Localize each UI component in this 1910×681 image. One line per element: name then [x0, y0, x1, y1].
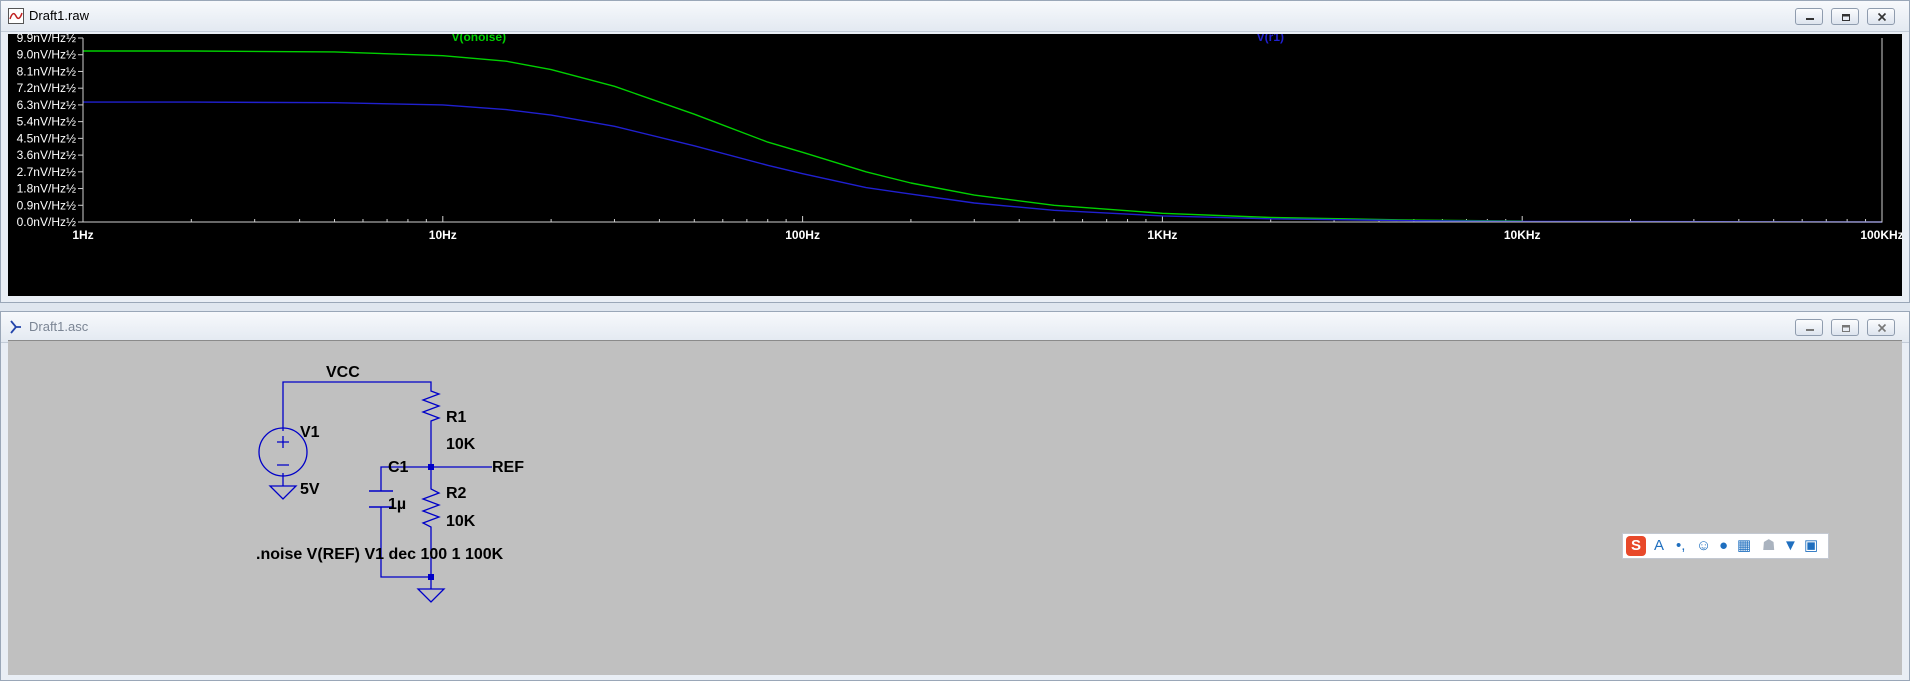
resistor-r1[interactable]	[421, 386, 441, 424]
component-value-r2[interactable]: 10K	[446, 513, 476, 530]
y-tick-label: 7.2nV/Hz½	[17, 81, 76, 95]
component-name-v1[interactable]: V1	[300, 424, 320, 441]
y-tick-label: 9.9nV/Hz½	[17, 34, 76, 45]
net-label-vcc[interactable]: VCC	[326, 364, 360, 381]
trace-2[interactable]	[83, 101, 1883, 223]
y-tick-label: 0.9nV/Hz½	[17, 198, 76, 212]
waveform-window-title: Draft1.raw	[29, 8, 89, 23]
plot-pane[interactable]: 9.9nV/Hz½ 9.0nV/Hz½ 8.1nV/Hz½ 7.2nV/Hz½ 6.3n…	[8, 34, 1902, 296]
restore-icon	[1842, 14, 1850, 21]
schematic-window-title: Draft1.asc	[29, 319, 89, 334]
noise-plot: 9.9nV/Hz½ 9.0nV/Hz½ 8.1nV/Hz½ 7.2nV/Hz½ 6.3n…	[17, 34, 1902, 242]
y-tick-label: 4.5nV/Hz½	[17, 131, 76, 145]
x-tick-label: 1KHz	[1147, 228, 1177, 242]
component-name-r2[interactable]: R2	[446, 485, 467, 502]
schematic-drawing: VCC V1 5V R1 10K C1 1µ REF R2 10K .noise…	[256, 364, 524, 603]
resistor-r2[interactable]	[421, 481, 441, 536]
emoji-icon[interactable]: ☺	[1696, 537, 1711, 555]
ground-symbol[interactable]	[416, 588, 446, 603]
ground-symbol[interactable]	[268, 485, 298, 500]
trace-label[interactable]: V(r1)	[1257, 34, 1284, 44]
minimize-button[interactable]	[1795, 319, 1823, 336]
component-value-r1[interactable]: 10K	[446, 436, 476, 453]
keyboard-icon[interactable]: ▦	[1737, 537, 1751, 555]
component-value-v1[interactable]: 5V	[300, 481, 320, 498]
toolbox-icon[interactable]: ▣	[1804, 537, 1818, 555]
y-tick-label: 1.8nV/Hz½	[17, 182, 76, 196]
trace-label[interactable]: V(onoise)	[451, 34, 506, 44]
x-tick-label: 100KHz	[1860, 228, 1902, 242]
y-tick-label: 6.3nV/Hz½	[17, 98, 76, 112]
component-name-c1[interactable]: C1	[388, 459, 409, 476]
x-tick-label: 10Hz	[429, 228, 457, 242]
x-tick-label: 10KHz	[1504, 228, 1541, 242]
wire[interactable]	[380, 507, 431, 578]
component-name-r1[interactable]: R1	[446, 409, 467, 426]
x-tick-label: 100Hz	[785, 228, 820, 242]
y-tick-label: 3.6nV/Hz½	[17, 148, 76, 162]
y-tick-label: 2.7nV/Hz½	[17, 165, 76, 179]
schematic-icon	[10, 320, 21, 334]
plot-axes	[82, 38, 1883, 223]
minimize-icon	[1806, 329, 1814, 331]
x-tick-label: 1Hz	[72, 228, 93, 242]
punctuation-icon[interactable]: •,	[1676, 537, 1685, 555]
restore-button[interactable]	[1831, 8, 1859, 25]
waveform-window-titlebar[interactable]: Draft1.raw	[1, 1, 1909, 32]
net-label-ref[interactable]: REF	[492, 459, 524, 476]
spice-directive[interactable]: .noise V(REF) V1 dec 100 1 100K	[256, 546, 504, 563]
schematic-window-titlebar[interactable]: Draft1.asc	[1, 312, 1909, 343]
close-icon	[1877, 323, 1887, 333]
junction-dot	[428, 464, 434, 470]
user-icon[interactable]: ☗	[1762, 537, 1775, 555]
schematic-canvas[interactable]: VCC V1 5V R1 10K C1 1µ REF R2 10K .noise…	[8, 340, 1902, 675]
close-icon	[1877, 12, 1887, 22]
y-tick-label: 0.0nV/Hz½	[17, 215, 76, 229]
junction-dot	[428, 574, 434, 580]
minimize-icon	[1806, 18, 1814, 20]
restore-button[interactable]	[1831, 319, 1859, 336]
font-icon[interactable]: A	[1654, 537, 1664, 555]
ime-toolbar[interactable]: S A •, ☺ ● ▦ ☗ ▼ ▣	[1622, 533, 1829, 559]
skin-icon[interactable]: ▼	[1783, 537, 1798, 555]
minimize-button[interactable]	[1795, 8, 1823, 25]
close-button[interactable]	[1867, 8, 1895, 25]
y-tick-label: 5.4nV/Hz½	[17, 115, 76, 129]
trace-1[interactable]	[83, 50, 1523, 222]
waveform-icon	[8, 8, 24, 24]
sogou-logo-icon[interactable]: S	[1626, 536, 1646, 556]
y-tick-label: 8.1nV/Hz½	[17, 64, 76, 78]
component-value-c1[interactable]: 1µ	[388, 496, 406, 513]
microphone-icon[interactable]: ●	[1719, 537, 1728, 555]
close-button[interactable]	[1867, 319, 1895, 336]
y-tick-label: 9.0nV/Hz½	[17, 48, 76, 62]
restore-icon	[1842, 325, 1850, 332]
